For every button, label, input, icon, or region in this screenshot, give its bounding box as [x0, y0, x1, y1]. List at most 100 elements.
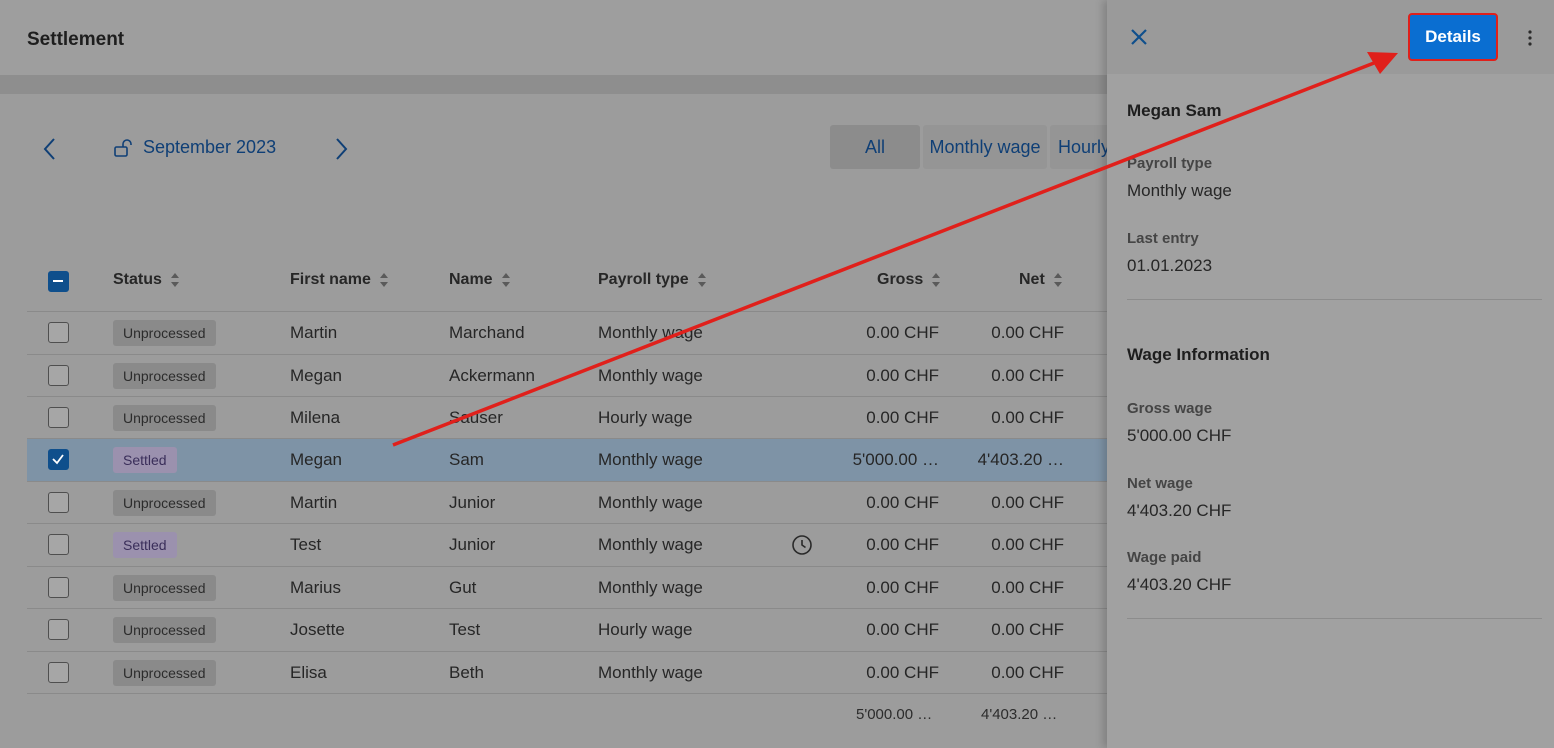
wage-paid-value: 4'403.20 CHF [1127, 575, 1232, 594]
row-checkbox[interactable] [48, 492, 69, 513]
payroll-type-cell: Monthly wage [598, 366, 703, 385]
table-row[interactable]: Unprocessed Milena Sauser Hourly wage 0.… [27, 397, 1107, 439]
row-checkbox[interactable] [48, 534, 69, 555]
period-selector[interactable]: September 2023 [113, 137, 276, 158]
filter-all-button[interactable]: All [830, 125, 920, 169]
next-period-button[interactable] [329, 136, 353, 162]
status-badge: Unprocessed [113, 490, 216, 516]
row-checkbox[interactable] [48, 365, 69, 386]
row-checkbox[interactable] [48, 322, 69, 343]
name-cell: Sauser [449, 408, 503, 427]
table-row[interactable]: Unprocessed Megan Ackermann Monthly wage… [27, 355, 1107, 397]
gross-cell: 0.00 CHF [866, 366, 939, 385]
row-checkbox[interactable] [48, 577, 69, 598]
close-button[interactable] [1127, 25, 1151, 49]
chevron-left-icon [43, 138, 55, 160]
previous-period-button[interactable] [38, 136, 62, 162]
row-checkbox[interactable] [48, 619, 69, 640]
first-name-cell: Martin [290, 323, 338, 342]
table-row[interactable]: Unprocessed Marius Gut Monthly wage 0.00… [27, 567, 1107, 609]
payroll-type-cell: Monthly wage [598, 535, 703, 554]
status-badge: Settled [113, 532, 177, 558]
column-header-payroll-type[interactable]: Payroll type [598, 268, 707, 292]
payroll-type-label: Payroll type [1127, 155, 1213, 172]
name-cell: Beth [449, 663, 484, 682]
column-header-net[interactable]: Net [1019, 268, 1063, 292]
column-header-status[interactable]: Status [113, 268, 180, 292]
payroll-type-cell: Monthly wage [598, 450, 703, 469]
name-cell: Ackermann [449, 366, 535, 385]
sort-icon [170, 273, 179, 287]
row-divider [27, 693, 1107, 694]
table-row[interactable]: Settled Test Junior Monthly wage 0.00 CH… [27, 524, 1107, 566]
select-all-checkbox[interactable] [48, 271, 69, 292]
filter-hourly-button[interactable]: Hourly [1050, 125, 1110, 169]
net-cell: 0.00 CHF [991, 663, 1064, 682]
name-cell: Marchand [449, 323, 525, 342]
net-total: 4'403.20 … [981, 706, 1058, 723]
column-label: First name [290, 271, 371, 288]
column-label: Payroll type [598, 271, 689, 288]
filter-monthly-button[interactable]: Monthly wage [923, 125, 1047, 169]
wage-information-heading: Wage Information [1127, 345, 1270, 364]
status-badge: Unprocessed [113, 617, 216, 643]
details-drawer: Details Megan Sam Payroll type Monthly w… [1107, 0, 1554, 748]
row-checkbox[interactable] [48, 449, 69, 470]
net-cell: 0.00 CHF [991, 493, 1064, 512]
minus-icon [53, 280, 63, 282]
table-row[interactable]: Unprocessed Martin Marchand Monthly wage… [27, 312, 1107, 354]
column-header-gross[interactable]: Gross [877, 268, 941, 292]
column-label: Net [1019, 271, 1045, 288]
more-vertical-icon [1528, 30, 1532, 46]
last-entry-label: Last entry [1127, 230, 1199, 247]
gross-cell: 0.00 CHF [866, 323, 939, 342]
status-badge: Unprocessed [113, 320, 216, 346]
more-options-button[interactable] [1520, 26, 1540, 50]
gross-cell: 0.00 CHF [866, 620, 939, 639]
status-badge: Unprocessed [113, 363, 216, 389]
payroll-type-value: Monthly wage [1127, 181, 1232, 200]
details-button[interactable]: Details [1408, 13, 1498, 61]
gross-cell: 0.00 CHF [866, 535, 939, 554]
unlock-icon [114, 138, 132, 157]
payroll-type-cell: Monthly wage [598, 663, 703, 682]
net-cell: 0.00 CHF [991, 620, 1064, 639]
row-checkbox[interactable] [48, 407, 69, 428]
table-row-selected[interactable]: Settled Megan Sam Monthly wage 5'000.00 … [27, 439, 1107, 481]
chevron-right-icon [336, 138, 348, 160]
gross-wage-value: 5'000.00 CHF [1127, 426, 1232, 445]
first-name-cell: Test [290, 535, 322, 554]
net-cell: 0.00 CHF [991, 578, 1064, 597]
first-name-cell: Josette [290, 620, 345, 639]
status-badge: Unprocessed [113, 575, 216, 601]
payroll-type-cell: Monthly wage [598, 323, 703, 342]
net-cell: 0.00 CHF [991, 366, 1064, 385]
net-cell: 4'403.20 … [977, 450, 1064, 469]
gross-cell: 0.00 CHF [866, 663, 939, 682]
net-cell: 0.00 CHF [991, 535, 1064, 554]
payroll-type-cell: Hourly wage [598, 408, 693, 427]
first-name-cell: Megan [290, 450, 342, 469]
gross-wage-label: Gross wage [1127, 400, 1213, 417]
column-header-name[interactable]: Name [449, 268, 511, 292]
first-name-cell: Elisa [290, 663, 327, 682]
gross-cell: 5'000.00 … [852, 450, 939, 469]
first-name-cell: Marius [290, 578, 342, 597]
gross-cell: 0.00 CHF [866, 578, 939, 597]
page-title: Settlement [27, 29, 125, 50]
gross-cell: 0.00 CHF [866, 493, 939, 512]
last-entry-value: 01.01.2023 [1127, 256, 1213, 275]
close-icon [1131, 29, 1147, 45]
row-checkbox[interactable] [48, 662, 69, 683]
status-badge: Unprocessed [113, 405, 216, 431]
employee-name: Megan Sam [1127, 101, 1222, 120]
table-row[interactable]: Unprocessed Elisa Beth Monthly wage 0.00… [27, 652, 1107, 694]
column-header-first-name[interactable]: First name [290, 268, 389, 292]
table-row[interactable]: Unprocessed Martin Junior Monthly wage 0… [27, 482, 1107, 524]
table-row[interactable]: Unprocessed Josette Test Hourly wage 0.0… [27, 609, 1107, 651]
column-label: Status [113, 271, 162, 288]
period-label: September 2023 [143, 137, 277, 157]
first-name-cell: Martin [290, 493, 338, 512]
net-cell: 0.00 CHF [991, 408, 1064, 427]
name-cell: Sam [449, 450, 484, 469]
